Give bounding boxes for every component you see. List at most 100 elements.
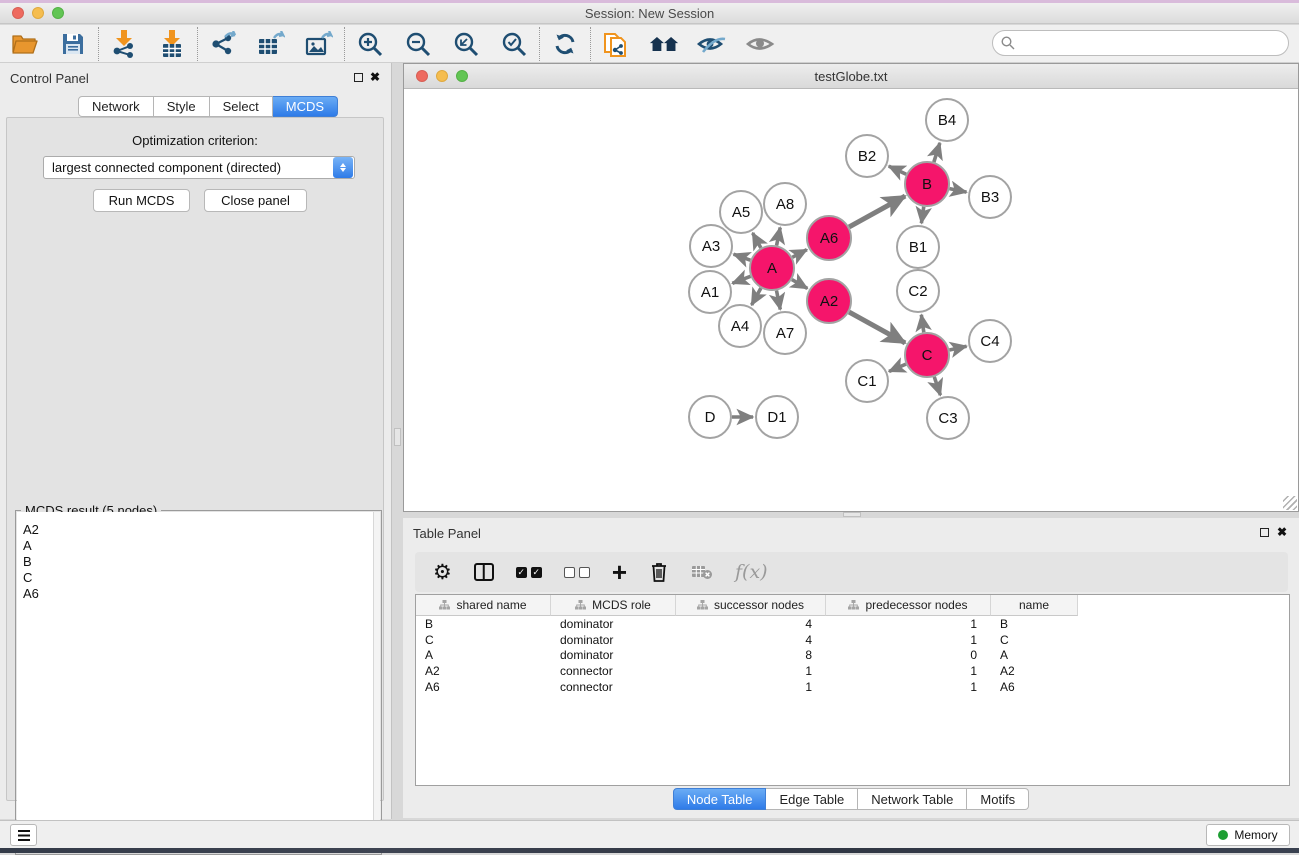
import-table-icon[interactable] (157, 29, 187, 59)
cell-successor-nodes[interactable]: 4 (676, 632, 826, 648)
cell-successor-nodes[interactable]: 1 (676, 663, 826, 679)
edge-C-C1[interactable] (889, 364, 906, 371)
table-row[interactable]: Cdominator41C (416, 632, 1289, 648)
result-list-item[interactable]: B (23, 554, 380, 570)
tab-network[interactable]: Network (78, 96, 154, 117)
edge-A-A4[interactable] (752, 288, 761, 305)
cell-name[interactable]: A2 (991, 663, 1078, 679)
edge-C-C4[interactable] (949, 346, 966, 350)
column-header-name[interactable]: name (991, 595, 1078, 616)
cell-shared-name[interactable]: A6 (416, 679, 551, 695)
table-row[interactable]: Bdominator41B (416, 616, 1289, 632)
result-list-item[interactable]: A2 (23, 522, 380, 538)
mcds-result-list[interactable]: A2ABCA6 (17, 512, 380, 853)
cell-successor-nodes[interactable]: 1 (676, 679, 826, 695)
close-panel-button[interactable]: Close panel (204, 189, 307, 212)
delete-table-icon[interactable] (691, 559, 713, 585)
cell-name[interactable]: C (991, 632, 1078, 648)
table-panel-close-icon[interactable]: ✖ (1277, 525, 1287, 539)
panel-divider-handle-vertical[interactable] (394, 428, 401, 446)
cell-shared-name[interactable]: B (416, 616, 551, 632)
column-header-successor-nodes[interactable]: successor nodes (676, 595, 826, 616)
export-image-icon[interactable] (304, 29, 334, 59)
panel-divider-handle-horizontal[interactable] (843, 512, 861, 517)
node-C1[interactable]: C1 (846, 360, 888, 402)
node-B4[interactable]: B4 (926, 99, 968, 141)
cell-name[interactable]: A6 (991, 679, 1078, 695)
cell-MCDS-role[interactable]: dominator (551, 647, 676, 663)
node-D1[interactable]: D1 (756, 396, 798, 438)
node-B3[interactable]: B3 (969, 176, 1011, 218)
edge-B-B2[interactable] (889, 166, 906, 174)
edge-A2-C[interactable] (849, 312, 905, 343)
cell-successor-nodes[interactable]: 8 (676, 647, 826, 663)
cell-successor-nodes[interactable]: 4 (676, 616, 826, 632)
run-mcds-button[interactable]: Run MCDS (93, 189, 190, 212)
cell-MCDS-role[interactable]: dominator (551, 616, 676, 632)
node-A5[interactable]: A5 (720, 191, 762, 233)
table-options-gear-icon[interactable]: ⚙ (433, 559, 452, 585)
cell-predecessor-nodes[interactable]: 0 (826, 647, 991, 663)
cell-shared-name[interactable]: A2 (416, 663, 551, 679)
edge-B-B1[interactable] (921, 207, 923, 223)
edge-A-A6[interactable] (792, 250, 807, 258)
column-header-MCDS-role[interactable]: MCDS role (551, 595, 676, 616)
edge-A-A3[interactable] (734, 254, 751, 260)
tab-style[interactable]: Style (154, 96, 210, 117)
export-network-icon[interactable] (208, 29, 238, 59)
tab-network-table[interactable]: Network Table (858, 788, 967, 810)
result-list-item[interactable]: A6 (23, 586, 380, 602)
function-builder-icon[interactable]: f(x) (735, 559, 768, 585)
node-B[interactable]: B (905, 162, 949, 206)
node-A2[interactable]: A2 (807, 279, 851, 323)
control-panel-float-icon[interactable] (354, 73, 363, 82)
table-panel-float-icon[interactable] (1260, 528, 1269, 537)
cell-predecessor-nodes[interactable]: 1 (826, 616, 991, 632)
edge-A-A8[interactable] (777, 228, 781, 246)
edge-C-C3[interactable] (934, 377, 940, 395)
refresh-icon[interactable] (550, 29, 580, 59)
network-canvas[interactable]: B4B2BB3A5A8A6A3AB1A1C2A2A4A7C4CC1C3DD1 (404, 89, 1298, 511)
edge-A6-B[interactable] (849, 196, 905, 227)
table-row[interactable]: A2connector11A2 (416, 663, 1289, 679)
hide-selected-eye-icon[interactable] (697, 29, 727, 59)
node-C2[interactable]: C2 (897, 270, 939, 312)
criterion-dropdown[interactable]: largest connected component (directed) (43, 156, 355, 179)
home-icon[interactable] (649, 29, 679, 59)
network-graph[interactable]: B4B2BB3A5A8A6A3AB1A1C2A2A4A7C4CC1C3DD1 (404, 89, 1298, 511)
node-A[interactable]: A (750, 246, 794, 290)
edge-C-C2[interactable] (921, 315, 923, 332)
result-list-item[interactable]: C (23, 570, 380, 586)
zoom-fit-icon[interactable] (451, 29, 481, 59)
tab-motifs[interactable]: Motifs (967, 788, 1029, 810)
tab-edge-table[interactable]: Edge Table (766, 788, 858, 810)
cell-shared-name[interactable]: A (416, 647, 551, 663)
open-file-icon[interactable] (10, 29, 40, 59)
cell-MCDS-role[interactable]: connector (551, 679, 676, 695)
edge-A-A2[interactable] (792, 280, 807, 289)
show-column-icon[interactable] (474, 559, 494, 585)
node-A8[interactable]: A8 (764, 183, 806, 225)
add-column-icon[interactable]: + (612, 559, 627, 585)
cell-MCDS-role[interactable]: connector (551, 663, 676, 679)
cell-name[interactable]: A (991, 647, 1078, 663)
search-input[interactable] (992, 30, 1289, 56)
clone-network-icon[interactable] (601, 29, 631, 59)
import-network-icon[interactable] (109, 29, 139, 59)
tab-select[interactable]: Select (210, 96, 273, 117)
edge-B-B3[interactable] (950, 189, 967, 193)
cell-predecessor-nodes[interactable]: 1 (826, 632, 991, 648)
node-D[interactable]: D (689, 396, 731, 438)
network-window-titlebar[interactable]: testGlobe.txt (404, 64, 1298, 89)
task-history-button[interactable] (10, 824, 37, 846)
cell-MCDS-role[interactable]: dominator (551, 632, 676, 648)
edge-B-B4[interactable] (934, 143, 940, 162)
delete-column-trash-icon[interactable] (649, 559, 669, 585)
cell-predecessor-nodes[interactable]: 1 (826, 663, 991, 679)
node-B1[interactable]: B1 (897, 226, 939, 268)
column-header-predecessor-nodes[interactable]: predecessor nodes (826, 595, 991, 616)
node-A3[interactable]: A3 (690, 225, 732, 267)
edge-A-A5[interactable] (753, 233, 761, 248)
tab-mcds[interactable]: MCDS (273, 96, 338, 117)
node-C[interactable]: C (905, 333, 949, 377)
